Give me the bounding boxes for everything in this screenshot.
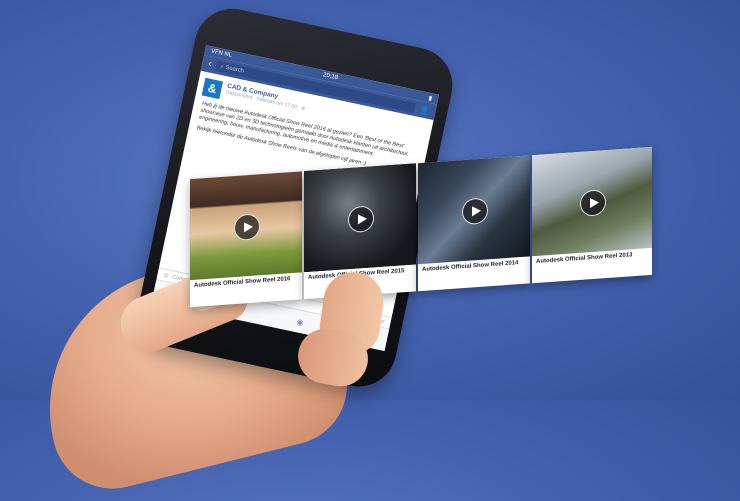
search-placeholder: Search: [224, 64, 245, 75]
video-thumbnail[interactable]: [190, 171, 302, 281]
friend-request-icon[interactable]: 👤: [419, 105, 431, 116]
play-icon[interactable]: [234, 212, 260, 241]
video-thumbnail[interactable]: [304, 163, 416, 273]
play-icon[interactable]: [580, 188, 606, 217]
avatar[interactable]: &: [201, 77, 224, 100]
video-thumbnail[interactable]: [418, 155, 530, 265]
play-icon[interactable]: [462, 196, 488, 225]
back-arrow-icon[interactable]: ‹: [207, 58, 213, 69]
play-icon[interactable]: [348, 204, 374, 233]
notifications-tab-icon[interactable]: ◉: [296, 317, 305, 327]
battery-icon: ▮: [428, 95, 433, 102]
carousel-card[interactable]: Autodesk Official Show Reel 2013: [532, 146, 652, 284]
scene: VFN NL 20:18 ▮ ‹ ⌕ Search 👤 & CAD & Comp…: [0, 0, 740, 501]
carousel-card[interactable]: Autodesk Official Show Reel 2016: [190, 171, 302, 308]
camera-icon[interactable]: ◎: [163, 272, 169, 279]
video-thumbnail[interactable]: [532, 146, 652, 257]
carousel-card[interactable]: Autodesk Official Show Reel 2014: [418, 155, 530, 292]
